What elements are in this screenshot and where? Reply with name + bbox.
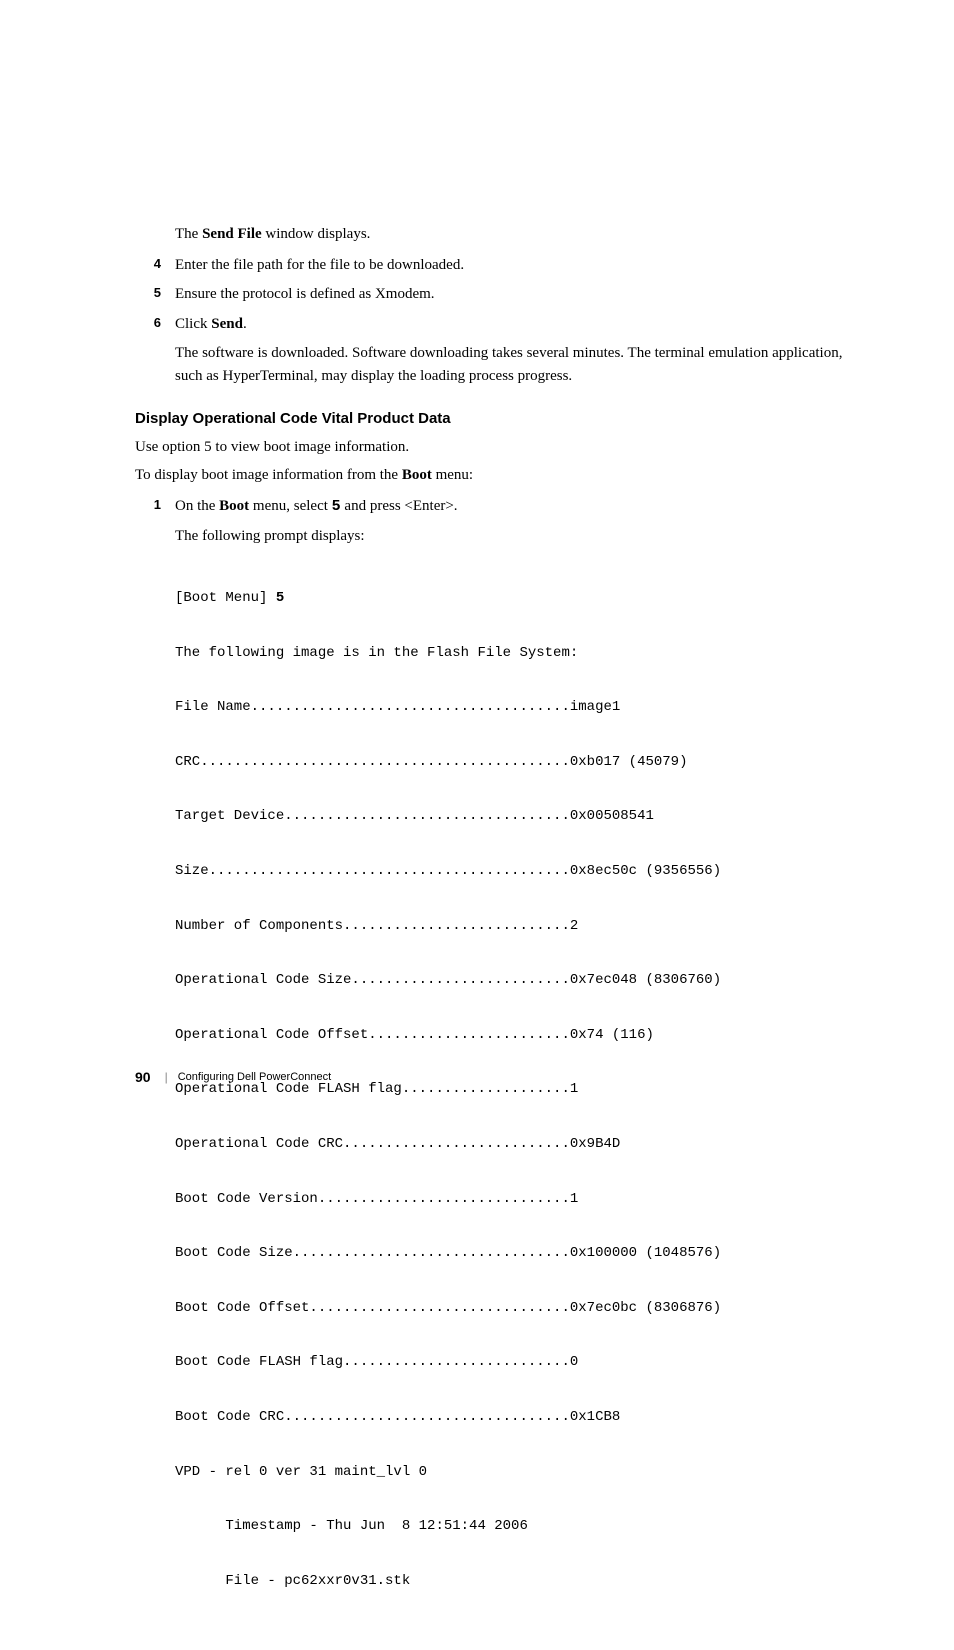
key-5: 5 xyxy=(332,498,341,515)
step-b1: 1 On the Boot menu, select 5 and press <… xyxy=(135,495,864,548)
console-line: [Boot Menu] 5 xyxy=(175,585,864,612)
send-file-bold: Send File xyxy=(202,226,262,242)
console-line: Timestamp - Thu Jun 8 12:51:44 2006 xyxy=(175,1513,864,1540)
console-line: Boot Code Offset........................… xyxy=(175,1295,864,1322)
footer-separator: | xyxy=(165,1070,168,1084)
intro-paragraph: The Send File window displays. xyxy=(175,222,864,246)
step-after-text: The software is downloaded. Software dow… xyxy=(175,342,864,389)
console-line: Boot Code Size..........................… xyxy=(175,1240,864,1267)
send-bold: Send xyxy=(211,316,243,332)
console-line: Number of Components....................… xyxy=(175,913,864,940)
step-number: 5 xyxy=(135,283,161,306)
step-number: 4 xyxy=(135,254,161,277)
step-body: Enter the file path for the file to be d… xyxy=(175,254,864,277)
step-number: 1 xyxy=(135,495,161,548)
text: and press <Enter>. xyxy=(341,498,458,514)
boot-bold: Boot xyxy=(402,467,432,483)
step-6: 6 Click Send. The software is downloaded… xyxy=(135,313,864,389)
page-content: The Send File window displays. 4 Enter t… xyxy=(0,0,954,1650)
text: menu: xyxy=(432,467,473,483)
text: [Boot Menu] xyxy=(175,590,276,606)
console-output: [Boot Menu] 5 The following image is in … xyxy=(175,558,864,1650)
console-line: Boot Code Version.......................… xyxy=(175,1186,864,1213)
console-line: Operational Code Offset.................… xyxy=(175,1022,864,1049)
step-body: Click Send. The software is downloaded. … xyxy=(175,313,864,389)
chapter-title: Configuring Dell PowerConnect xyxy=(178,1071,331,1083)
console-line: Operational Code Size...................… xyxy=(175,967,864,994)
console-line: Size....................................… xyxy=(175,858,864,885)
section-para-1: Use option 5 to view boot image informat… xyxy=(135,435,864,459)
text: The xyxy=(175,226,202,242)
text: On the xyxy=(175,498,219,514)
input-key: 5 xyxy=(276,590,284,606)
section-heading: Display Operational Code Vital Product D… xyxy=(135,410,864,427)
step-5: 5 Ensure the protocol is defined as Xmod… xyxy=(135,283,864,306)
console-line: VPD - rel 0 ver 31 maint_lvl 0 xyxy=(175,1459,864,1486)
console-line: Operational Code CRC....................… xyxy=(175,1131,864,1158)
page-number: 90 xyxy=(135,1069,151,1085)
step-4: 4 Enter the file path for the file to be… xyxy=(135,254,864,277)
step-after-text: The following prompt displays: xyxy=(175,525,864,548)
step-body: On the Boot menu, select 5 and press <En… xyxy=(175,495,864,548)
boot-bold: Boot xyxy=(219,498,249,514)
text: window displays. xyxy=(262,226,371,242)
text: To display boot image information from t… xyxy=(135,467,402,483)
console-line: CRC.....................................… xyxy=(175,749,864,776)
console-line: Boot Code CRC...........................… xyxy=(175,1404,864,1431)
step-body: Ensure the protocol is defined as Xmodem… xyxy=(175,283,864,306)
text: . xyxy=(243,316,247,332)
console-line: File - pc62xxr0v31.stk xyxy=(175,1568,864,1595)
text: menu, select xyxy=(249,498,331,514)
console-line: Boot Code FLASH flag....................… xyxy=(175,1349,864,1376)
console-line: File Name...............................… xyxy=(175,694,864,721)
text: Click xyxy=(175,316,211,332)
console-line: Target Device...........................… xyxy=(175,803,864,830)
step-number: 6 xyxy=(135,313,161,389)
console-line: The following image is in the Flash File… xyxy=(175,640,864,667)
page-footer: 90 | Configuring Dell PowerConnect xyxy=(135,1069,331,1085)
section-para-2: To display boot image information from t… xyxy=(135,463,864,487)
